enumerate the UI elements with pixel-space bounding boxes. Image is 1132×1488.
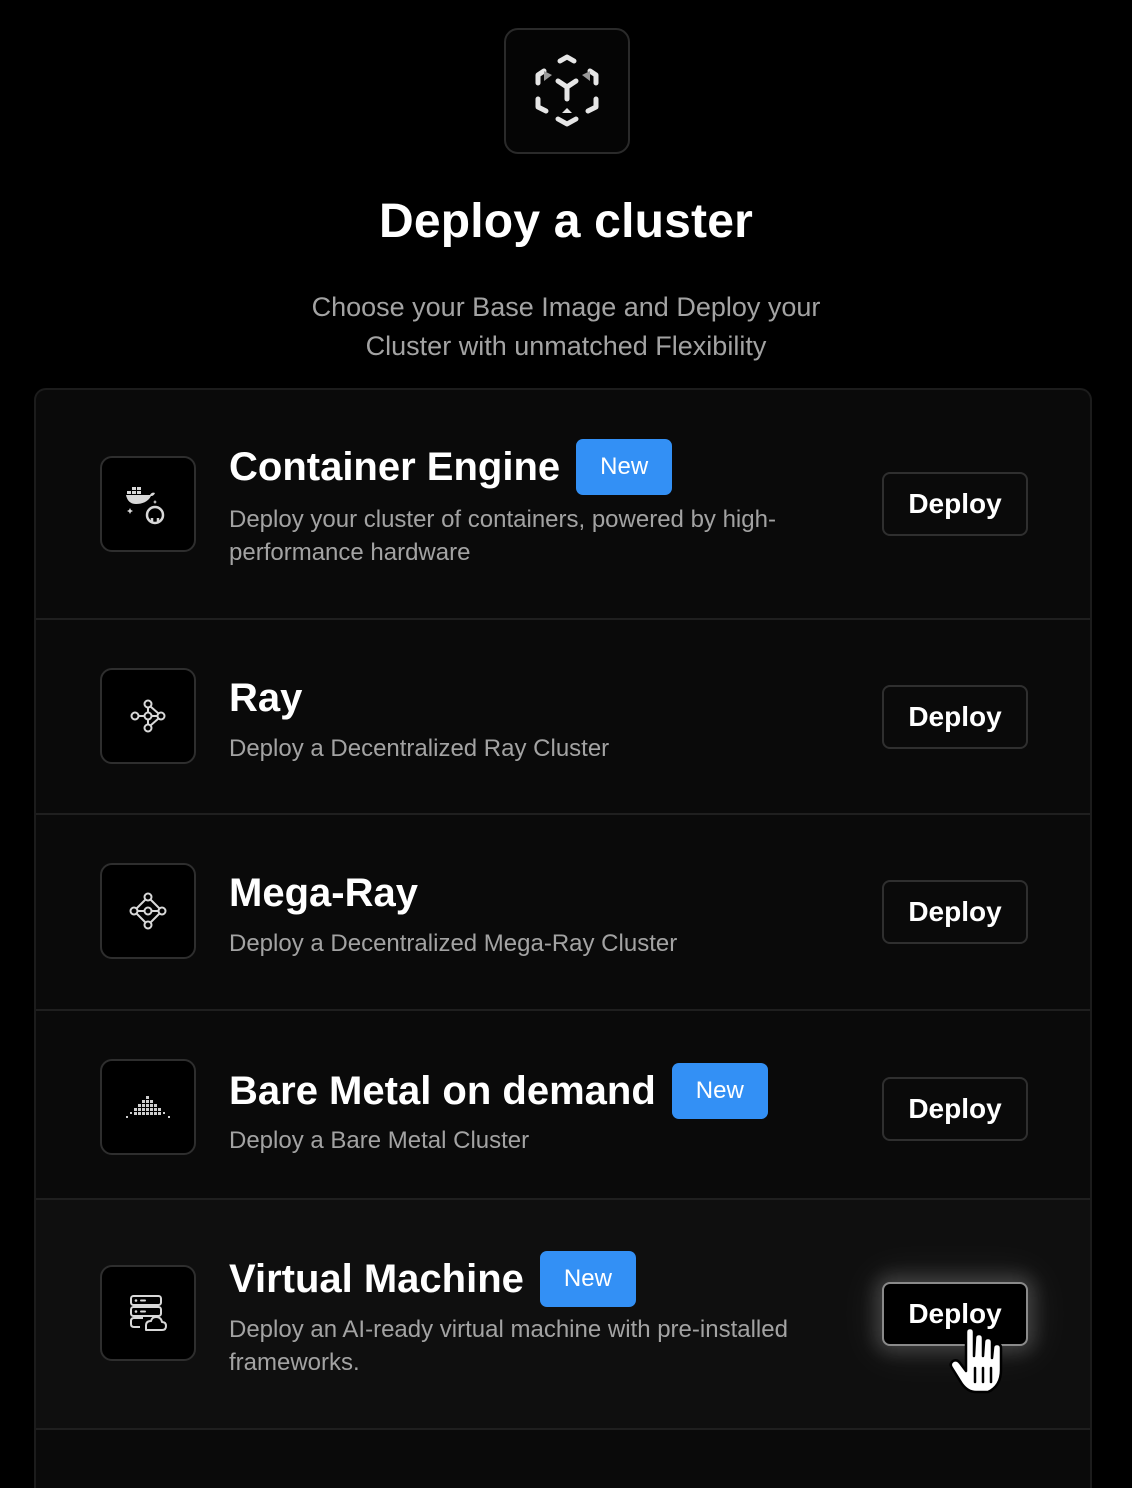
option-card-virtual-machine: Virtual Machine New Deploy an AI-ready v… [36,1200,1090,1430]
option-icon-box [100,1059,196,1155]
option-icon-box [100,1265,196,1361]
page-title: Deploy a cluster [378,195,753,248]
option-card-container-engine: Container Engine New Deploy your cluster… [36,390,1090,620]
ray-nodes-icon [130,699,166,733]
option-title: Virtual Machine [229,1257,524,1301]
docker-github-icon [126,487,165,525]
deploy-button-virtual-machine[interactable]: Deploy [882,1282,1028,1346]
option-icon-box [100,863,196,959]
option-description: Deploy a Bare Metal Cluster [229,1127,530,1154]
option-description: Deploy your cluster of containers, power… [229,506,776,566]
new-badge: New [539,1251,636,1307]
cluster-options-list: Container Engine New Deploy your cluster… [34,388,1092,1488]
option-card-mega-ray: Mega-Ray Deploy a Decentralized Mega-Ray… [36,815,1090,1011]
server-cloud-icon [130,1295,167,1331]
option-title: Container Engine [229,445,561,489]
cluster-cube-icon [535,54,599,127]
new-badge: New [576,439,673,495]
option-title: Mega-Ray [229,871,418,915]
deploy-button-bare-metal[interactable]: Deploy [882,1077,1028,1141]
mega-ray-nodes-icon [129,892,167,930]
bare-metal-dots-icon [126,1096,170,1118]
option-description: Deploy a Decentralized Mega-Ray Cluster [229,930,678,957]
option-title: Ray [229,676,303,720]
page-subtitle: Choose your Base Image and Deploy your C… [311,292,821,361]
new-badge: New [671,1063,768,1119]
deploy-button-mega-ray[interactable]: Deploy [882,880,1028,944]
deploy-button-container-engine[interactable]: Deploy [882,472,1028,536]
option-card-ray: Ray Deploy a Decentralized Ray Cluster D… [36,620,1090,815]
app-logo [504,28,630,154]
option-card-bare-metal: Bare Metal on demand New Deploy a Bare M… [36,1011,1090,1200]
option-description: Deploy an AI-ready virtual machine with … [229,1316,788,1376]
option-title: Bare Metal on demand [229,1069,656,1113]
option-icon-box [100,456,196,552]
deploy-button-ray[interactable]: Deploy [882,685,1028,749]
option-description: Deploy a Decentralized Ray Cluster [229,735,610,762]
option-icon-box [100,668,196,764]
